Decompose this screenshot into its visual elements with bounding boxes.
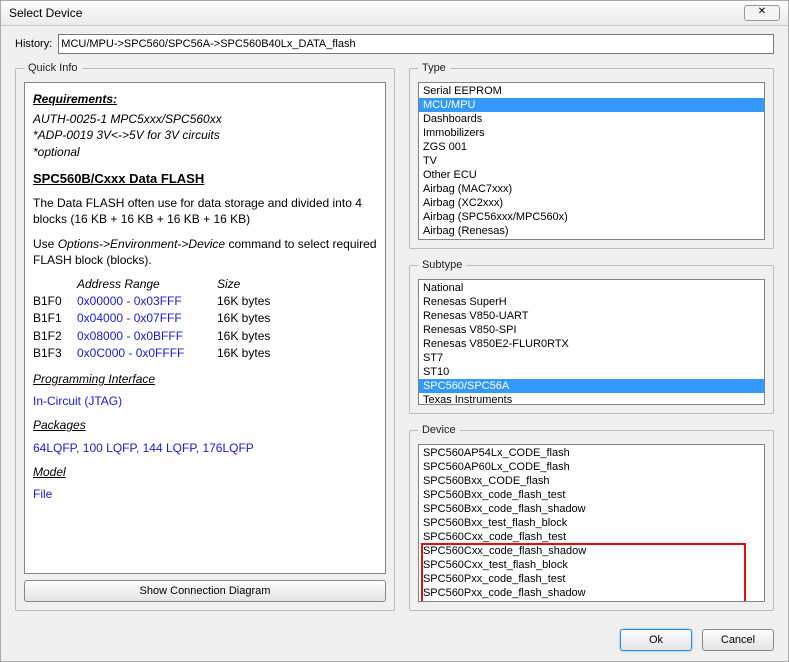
list-item[interactable]: MCU/MPU [419,98,764,112]
prog-if-heading: Programming Interface [33,371,377,387]
packages-heading: Packages [33,417,377,433]
right-column: Type Serial EEPROMMCU/MPUDashboardsImmob… [409,62,774,611]
dialog-content: History: Quick Info Requirements: AUTH-0… [1,26,788,621]
type-legend: Type [418,62,450,74]
list-item[interactable]: Airbag (XC2xxx) [419,196,764,210]
list-item[interactable]: SPC560Cxx_code_flash_shadow [419,544,764,558]
quick-info-group: Quick Info Requirements: AUTH-0025-1 MPC… [15,62,395,611]
list-item[interactable]: SPC560Bxx_CODE_flash [419,474,764,488]
list-item[interactable]: SPC560AP60Lx_CODE_flash [419,460,764,474]
list-item[interactable]: Serial EEPROM [419,84,764,98]
list-item[interactable]: Airbag (MAC7xxx) [419,182,764,196]
subtype-group: Subtype NationalRenesas SuperHRenesas V8… [409,259,774,414]
columns: Quick Info Requirements: AUTH-0025-1 MPC… [15,62,774,611]
quick-info-legend: Quick Info [24,62,82,74]
model-value: File [33,486,377,502]
left-column: Quick Info Requirements: AUTH-0025-1 MPC… [15,62,395,611]
req-line-3: *optional [33,144,377,160]
device-group: Device SPC560AP54Lx_CODE_flashSPC560AP60… [409,424,774,611]
prog-if-value: In-Circuit (JTAG) [33,393,377,409]
type-listbox[interactable]: Serial EEPROMMCU/MPUDashboardsImmobilize… [418,82,765,240]
list-item[interactable]: Other ECU [419,168,764,182]
list-item[interactable]: Renesas SuperH [419,295,764,309]
list-item[interactable]: ZGS 001 [419,140,764,154]
list-item[interactable]: SPC560/SPC56A [419,379,764,393]
list-item[interactable]: ST10 [419,365,764,379]
history-combo[interactable] [58,34,774,54]
list-item[interactable]: SPC560Bxx_code_flash_test [419,488,764,502]
device-legend: Device [418,424,460,436]
list-item[interactable]: SPC560Cxx_code_flash_test [419,530,764,544]
list-item[interactable]: Dashboards [419,112,764,126]
req-line-2: *ADP-0019 3V<->5V for 3V circuits [33,127,377,143]
list-item[interactable]: Airbag (SPC56xxx/MPC560x) [419,210,764,224]
list-item[interactable]: ST7 [419,351,764,365]
list-item[interactable]: SPC560Pxx_code_flash_test [419,572,764,586]
history-row: History: [15,34,774,54]
requirements-heading: Requirements: [33,91,377,107]
list-item[interactable]: Airbag (Renesas) [419,224,764,238]
cancel-button[interactable]: Cancel [702,629,774,651]
quick-info-text[interactable]: Requirements: AUTH-0025-1 MPC5xxx/SPC560… [24,82,386,574]
history-label: History: [15,38,52,50]
list-item[interactable]: SPC560Pxx_code_flash_shadow [419,586,764,600]
flash-para-2: Use Options->Environment->Device command… [33,236,377,268]
model-heading: Model [33,464,377,480]
list-item[interactable]: Renesas V850-UART [419,309,764,323]
window-title: Select Device [9,6,82,20]
device-listbox[interactable]: SPC560AP54Lx_CODE_flashSPC560AP60Lx_CODE… [418,444,765,602]
list-item[interactable]: SPC560Bxx_code_flash_shadow [419,502,764,516]
select-device-dialog: Select Device ✕ History: Quick Info Requ… [0,0,789,662]
list-item[interactable]: Immobilizers [419,126,764,140]
close-button[interactable]: ✕ [744,5,780,21]
flash-para-1: The Data FLASH often use for data storag… [33,195,377,227]
list-item[interactable]: TV [419,154,764,168]
flash-title: SPC560B/Cxxx Data FLASH [33,170,377,188]
req-line-1: AUTH-0025-1 MPC5xxx/SPC560xx [33,111,377,127]
list-item[interactable]: SPC560AP54Lx_CODE_flash [419,446,764,460]
subtype-listbox[interactable]: NationalRenesas SuperHRenesas V850-UARTR… [418,279,765,405]
show-connection-diagram-button[interactable]: Show Connection Diagram [24,580,386,602]
list-item[interactable]: National [419,281,764,295]
type-group: Type Serial EEPROMMCU/MPUDashboardsImmob… [409,62,774,249]
packages-value: 64LQFP, 100 LQFP, 144 LQFP, 176LQFP [33,440,377,456]
titlebar: Select Device ✕ [1,1,788,26]
addr-table: Address Range Size B1F00x00000 - 0x03FFF… [33,276,377,361]
ok-button[interactable]: Ok [620,629,692,651]
list-item[interactable]: SPC560Pxx_test_flash_block [419,600,764,602]
list-item[interactable]: Renesas V850-SPI [419,323,764,337]
list-item[interactable]: Texas Instruments [419,393,764,405]
subtype-legend: Subtype [418,259,466,271]
list-item[interactable]: Renesas V850E2-FLUR0RTX [419,337,764,351]
dialog-buttons: Ok Cancel [1,621,788,661]
list-item[interactable]: SPC560Bxx_test_flash_block [419,516,764,530]
list-item[interactable]: SPC560Cxx_test_flash_block [419,558,764,572]
